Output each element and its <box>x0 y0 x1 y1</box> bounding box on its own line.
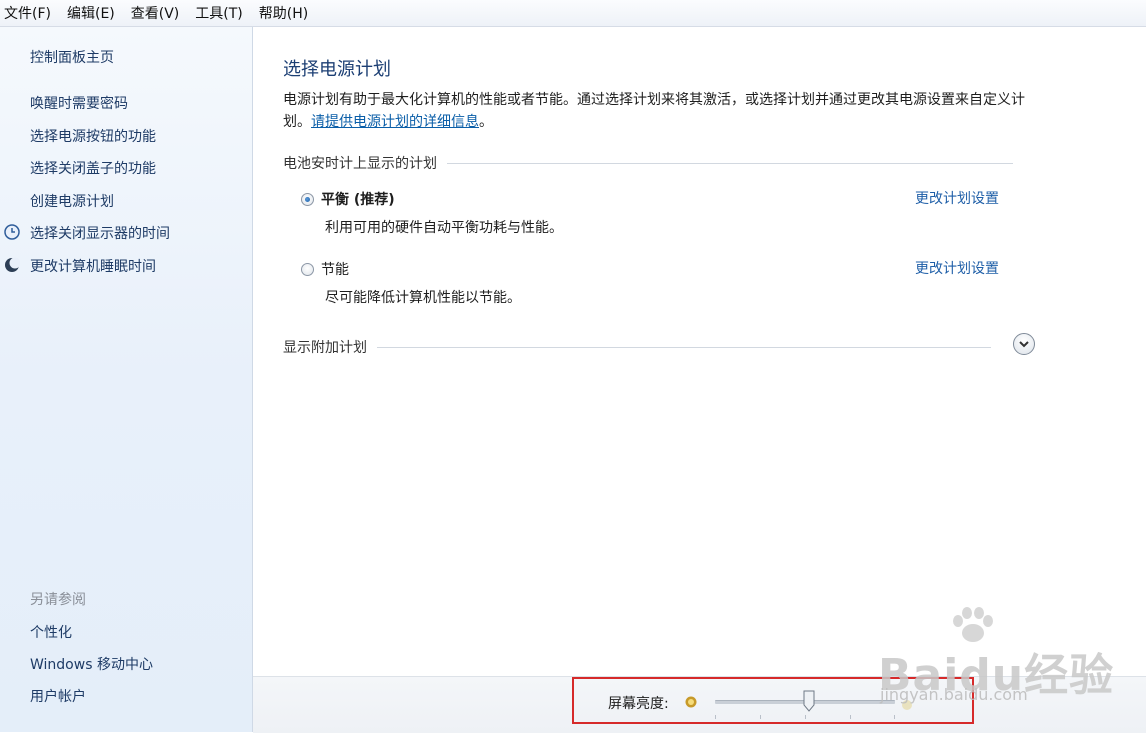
sidebar-link-user-accounts[interactable]: 用户帐户 <box>30 686 86 706</box>
sidebar-link-close-lid[interactable]: 选择关闭盖子的功能 <box>30 158 156 178</box>
power-plan-details-link[interactable]: 请提供电源计划的详细信息 <box>311 114 479 130</box>
battery-plans-heading: 电池安时计上显示的计划 <box>283 153 1013 173</box>
plan-balanced-radio[interactable] <box>301 192 314 206</box>
plan-balanced-description: 利用可用的硬件自动平衡功耗与性能。 <box>325 220 563 236</box>
menu-tools[interactable]: 工具(T) <box>189 3 252 23</box>
plan-power-saver-change-settings-link[interactable]: 更改计划设置 <box>915 258 999 278</box>
sidebar-link-mobility-center[interactable]: Windows 移动中心 <box>30 654 153 674</box>
plan-power-saver-name[interactable]: 节能 <box>321 259 349 279</box>
battery-plans-label: 电池安时计上显示的计划 <box>283 156 437 172</box>
brightness-highlight-box <box>572 677 974 724</box>
sidebar-link-wake-password[interactable]: 唤醒时需要密码 <box>30 93 128 113</box>
menu-view[interactable]: 查看(V) <box>125 3 190 23</box>
plan-balanced: 平衡 (推荐) 利用可用的硬件自动平衡功耗与性能。 <box>301 189 563 237</box>
menu-bar: 文件(F) 编辑(E) 查看(V) 工具(T) 帮助(H) <box>0 0 1146 27</box>
section-divider <box>377 346 991 348</box>
sidebar: 控制面板主页 唤醒时需要密码 选择电源按钮的功能 选择关闭盖子的功能 创建电源计… <box>0 27 253 732</box>
plan-power-saver-radio[interactable] <box>301 262 314 276</box>
sidebar-link-power-button[interactable]: 选择电源按钮的功能 <box>30 126 156 146</box>
page-description: 电源计划有助于最大化计算机的性能或者节能。通过选择计划来将其激活，或选择计划并通… <box>283 89 1043 133</box>
menu-file[interactable]: 文件(F) <box>0 3 61 23</box>
description-end: 。 <box>479 114 493 130</box>
sidebar-link-sleep-time[interactable]: 更改计算机睡眠时间 <box>30 256 156 276</box>
chevron-down-icon <box>1019 341 1029 348</box>
additional-plans-heading[interactable]: 显示附加计划 <box>283 337 991 357</box>
section-divider <box>447 162 1013 164</box>
plan-balanced-name[interactable]: 平衡 (推荐) <box>321 189 395 209</box>
sidebar-link-control-panel-home[interactable]: 控制面板主页 <box>30 47 114 67</box>
page-title: 选择电源计划 <box>283 59 391 80</box>
plan-power-saver-description: 尽可能降低计算机性能以节能。 <box>325 290 521 306</box>
sidebar-link-personalization[interactable]: 个性化 <box>30 622 72 642</box>
additional-plans-label[interactable]: 显示附加计划 <box>283 337 367 357</box>
sidebar-link-display-off-time[interactable]: 选择关闭显示器的时间 <box>30 223 170 243</box>
moon-icon <box>5 257 20 272</box>
menu-edit[interactable]: 编辑(E) <box>61 3 125 23</box>
clock-icon <box>4 224 20 240</box>
menu-help[interactable]: 帮助(H) <box>253 3 318 23</box>
expand-additional-plans-button[interactable] <box>1013 333 1035 355</box>
main-panel: 选择电源计划 电源计划有助于最大化计算机的性能或者节能。通过选择计划来将其激活，… <box>253 27 1146 732</box>
sidebar-link-create-plan[interactable]: 创建电源计划 <box>30 191 114 211</box>
see-also-heading: 另请参阅 <box>30 592 86 608</box>
plan-balanced-change-settings-link[interactable]: 更改计划设置 <box>915 188 999 208</box>
plan-power-saver: 节能 尽可能降低计算机性能以节能。 <box>301 259 521 307</box>
